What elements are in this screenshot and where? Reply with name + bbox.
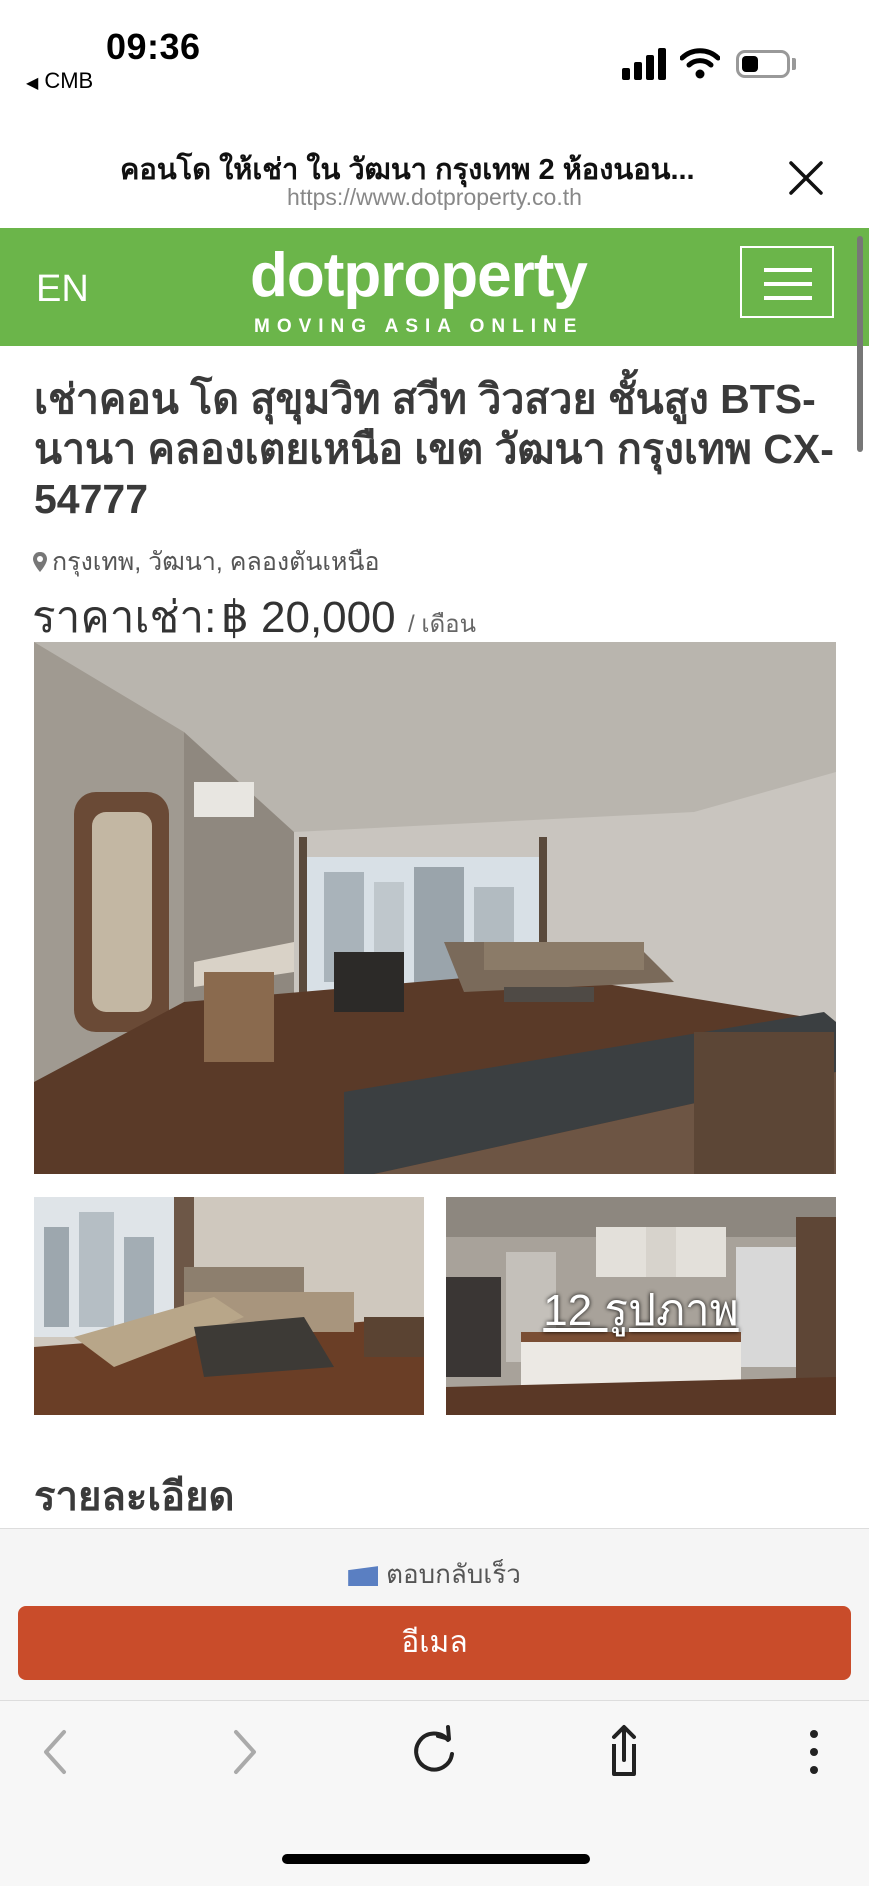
price-label: ราคาเช่า:: [32, 593, 217, 642]
battery-tip: [792, 58, 796, 70]
reload-icon[interactable]: [404, 1722, 464, 1782]
battery-icon: [736, 50, 790, 78]
page-url[interactable]: https://www.dotproperty.co.th: [0, 184, 869, 211]
hamburger-menu-icon[interactable]: [740, 246, 834, 318]
location-pin-icon: [33, 552, 47, 572]
email-button[interactable]: อีเมล: [18, 1606, 851, 1680]
photo-count-link[interactable]: 12 รูปภาพ: [446, 1275, 836, 1345]
close-icon[interactable]: [786, 158, 826, 198]
site-logo[interactable]: dotproperty MOVING ASIA ONLINE: [250, 240, 630, 340]
back-app-label: CMB: [44, 68, 94, 93]
listing-location: กรุงเทพ, วัฒนา, คลองตันเหนือ: [32, 542, 380, 582]
scrollbar[interactable]: [857, 236, 863, 452]
status-time: 09:36: [106, 26, 201, 67]
price-unit: / เดือน: [408, 611, 476, 638]
quick-reply-text: ตอบกลับเร็ว: [386, 1559, 521, 1589]
back-to-app-link[interactable]: ◀ CMB: [26, 68, 93, 94]
listing-title: เช่าคอน โด สุขุมวิท สวีท วิวสวย ชั้นสูง …: [34, 376, 834, 522]
home-indicator[interactable]: [282, 1854, 590, 1864]
logo-tagline: MOVING ASIA ONLINE: [254, 316, 584, 337]
logo-text: dotproperty: [250, 241, 588, 310]
thumbnail-photo[interactable]: [34, 1197, 424, 1415]
wifi-icon: [680, 48, 720, 79]
back-arrow-icon[interactable]: [26, 1722, 86, 1782]
forward-arrow-icon[interactable]: [214, 1722, 274, 1782]
price-value: ฿ 20,000: [220, 593, 396, 642]
share-icon[interactable]: [594, 1722, 654, 1782]
more-icon[interactable]: [784, 1722, 844, 1782]
signal-icon: [622, 46, 668, 80]
details-heading: รายละเอียด: [34, 1475, 235, 1519]
language-switch[interactable]: EN: [36, 268, 89, 311]
quick-reply-label: ตอบกลับเร็ว: [0, 1554, 869, 1595]
envelope-icon: [348, 1566, 379, 1587]
main-listing-photo[interactable]: [34, 642, 836, 1174]
location-text: กรุงเทพ, วัฒนา, คลองตันเหนือ: [52, 548, 380, 576]
thumbnail-photo-more[interactable]: 12 รูปภาพ: [446, 1197, 836, 1415]
back-triangle-icon: ◀: [26, 75, 39, 92]
